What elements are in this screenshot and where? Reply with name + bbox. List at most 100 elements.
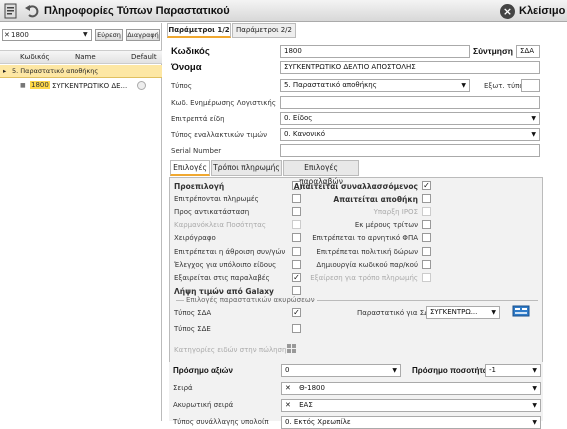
sign-values-label: Πρόσημο αξιών <box>173 366 233 375</box>
option-label: Επιτρέπεται πολιτική δώρων <box>316 247 418 256</box>
back-icon[interactable] <box>24 3 40 19</box>
option-checkbox[interactable]: ✓ <box>292 272 301 282</box>
option-checkbox[interactable] <box>422 207 431 217</box>
cancel-options-group: Επιλογές παραστατικών ακυρώσεων Τύπος ΣΔ… <box>174 296 538 338</box>
synt-label: Σύντμηση <box>473 46 513 56</box>
window-title: Πληροφορίες Τύπων Παραστατικού <box>44 5 230 17</box>
serial-field[interactable] <box>280 144 540 157</box>
categories-label: Κατηγορίες ειδών στην πώληση <box>174 346 287 354</box>
tab-payment-methods[interactable]: Τρόποι πληρωμής <box>211 160 282 176</box>
close-label: Κλείσιμο <box>519 5 566 17</box>
table-row[interactable]: ■ 1800 ΣΥΓΚΕΝΤΡΩΤΙΚΟ ΔΕ... <box>0 80 162 94</box>
option-label: Εξαιρείται στις παραλαβές <box>174 273 270 282</box>
tab-params-1[interactable]: Παράμετροι 1/2 <box>167 23 231 38</box>
type-label: Τύπος <box>171 82 192 90</box>
option-checkbox[interactable] <box>422 233 431 243</box>
option-checkbox[interactable] <box>292 207 301 217</box>
doc-for-sde-value: ΣΥΓΚΕΝΤΡΩ... <box>430 308 478 316</box>
chevron-down-icon: ▼ <box>532 367 537 374</box>
tab-options[interactable]: Επιλογές <box>170 160 210 176</box>
chevron-down-icon: ▼ <box>531 131 536 138</box>
ext-type-field[interactable] <box>521 79 540 92</box>
details-panel: Παράμετροι 1/2 Παράμετροι 2/2 Κωδικός 18… <box>163 23 567 429</box>
option-checkbox[interactable] <box>422 259 431 269</box>
option-checkbox[interactable] <box>422 246 431 256</box>
option-checkbox[interactable] <box>292 194 301 204</box>
sign-qty-value: -1 <box>489 366 496 374</box>
cancel-series-value: ΕΑΣ <box>299 401 313 409</box>
tab-receipt-options[interactable]: Επιλογές παραλαβών <box>283 160 359 186</box>
option-label: Επιτρέπεται η άθροιση συν/γών <box>174 247 286 256</box>
doc-for-sde-label: Παραστατικό για ΣΔΕ <box>357 309 434 317</box>
chevron-down-icon[interactable]: ▼ <box>83 30 88 40</box>
option-checkbox[interactable] <box>422 220 431 230</box>
alt-price-select[interactable]: 0. Κανονικό ▼ <box>280 128 540 141</box>
chevron-down-icon: ▼ <box>532 419 537 426</box>
option-label: Χειρόγραφο <box>174 234 216 243</box>
grid-icon[interactable] <box>287 344 297 354</box>
type-sda-label: Τύπος ΣΔΑ <box>174 309 212 317</box>
cancel-series-select[interactable]: ✕ ΕΑΣ ▼ <box>281 399 541 412</box>
alt-price-value: 0. Κανονικό <box>284 130 325 138</box>
synt-field[interactable]: ΣΔΑ <box>516 45 540 58</box>
option-label: Δημιουργία κωδικού παρ/κού <box>316 260 418 269</box>
option-checkbox[interactable] <box>292 259 301 269</box>
row-name: ΣΥΓΚΕΝΤΡΩΤΙΚΟ ΔΕ... <box>52 82 128 90</box>
grid-header: Κωδικός Name Default <box>0 50 162 64</box>
col-name[interactable]: Name <box>75 53 96 61</box>
lookup-icon[interactable] <box>512 305 530 317</box>
name-label: Όνομα <box>171 62 202 73</box>
clear-icon[interactable]: ✕ <box>4 30 10 40</box>
search-button[interactable]: Εύρεση <box>95 29 123 41</box>
option-label: Λήψη τιμών από Galaxy <box>174 286 274 296</box>
series-select[interactable]: ✕ Θ-1800 ▼ <box>281 382 541 395</box>
sign-values-value: 0 <box>285 366 290 374</box>
option-checkbox[interactable] <box>292 285 301 295</box>
option-label: Επιτρέπεται το αρνητικό ΦΠΑ <box>312 234 418 243</box>
group-row[interactable]: ▸ 5. Παραστατικό αποθήκης <box>0 65 162 78</box>
doc-for-sde-select[interactable]: ΣΥΓΚΕΝΤΡΩ... ▼ <box>426 306 500 319</box>
serial-label: Serial Number <box>171 147 222 155</box>
option-checkbox[interactable]: ✓ <box>422 181 431 190</box>
sign-qty-select[interactable]: -1 ▼ <box>485 364 541 377</box>
sign-qty-label: Πρόσημο ποσοτήτων <box>412 366 494 375</box>
close-button[interactable]: × Κλείσιμο <box>500 3 565 19</box>
title-bar: Πληροφορίες Τύπων Παραστατικού × Κλείσιμ… <box>0 0 567 22</box>
items-value: 0. Είδος <box>284 114 313 122</box>
option-checkbox[interactable] <box>422 272 431 282</box>
chevron-down-icon: ▼ <box>392 367 397 374</box>
type-sda-checkbox[interactable]: ✓ <box>292 308 301 317</box>
option-checkbox[interactable] <box>292 233 301 243</box>
remove-icon[interactable]: ✕ <box>285 401 291 409</box>
chevron-down-icon: ▼ <box>461 82 466 89</box>
search-input[interactable]: ✕ 1800 ▼ <box>2 29 92 41</box>
acc-field[interactable] <box>280 96 540 109</box>
option-checkbox[interactable] <box>292 246 301 256</box>
option-checkbox[interactable] <box>422 194 431 204</box>
expand-icon[interactable]: ▸ <box>3 67 6 75</box>
type-select[interactable]: 5. Παραστατικό αποθήκης ▼ <box>280 79 470 92</box>
code-field[interactable]: 1800 <box>280 45 470 58</box>
chevron-down-icon: ▼ <box>491 309 496 316</box>
remove-icon[interactable]: ✕ <box>285 384 291 392</box>
col-code[interactable]: Κωδικός <box>20 53 50 61</box>
items-select[interactable]: 0. Είδος ▼ <box>280 112 540 125</box>
row-code: 1800 <box>30 81 50 89</box>
type-sde-checkbox[interactable] <box>292 324 301 333</box>
items-label: Επιτρεπτά είδη <box>171 115 225 123</box>
sign-values-select[interactable]: 0 ▼ <box>281 364 401 377</box>
close-icon: × <box>500 3 515 19</box>
cut-select[interactable]: 0. Εκτός Χρεωπίλε ▼ <box>281 416 541 429</box>
chevron-down-icon: ▼ <box>532 402 537 409</box>
name-field[interactable]: ΣΥΓΚΕΝΤΡΩΤΙΚΟ ΔΕΛΤΙΟ ΑΠΟΣΤΟΛΗΣ <box>280 61 540 74</box>
col-default[interactable]: Default <box>131 53 157 61</box>
series-value: Θ-1800 <box>299 384 325 392</box>
option-label: Προς αντικατάσταση <box>174 208 250 217</box>
delete-button[interactable]: Διαγραφή <box>126 29 160 41</box>
default-radio[interactable] <box>137 81 146 90</box>
option-checkbox[interactable] <box>292 220 301 230</box>
search-value: 1800 <box>11 31 29 39</box>
tab-params-2[interactable]: Παράμετροι 2/2 <box>232 23 296 38</box>
cancel-series-label: Ακυρωτική σειρά <box>173 401 234 409</box>
code-label: Κωδικός <box>171 46 210 57</box>
